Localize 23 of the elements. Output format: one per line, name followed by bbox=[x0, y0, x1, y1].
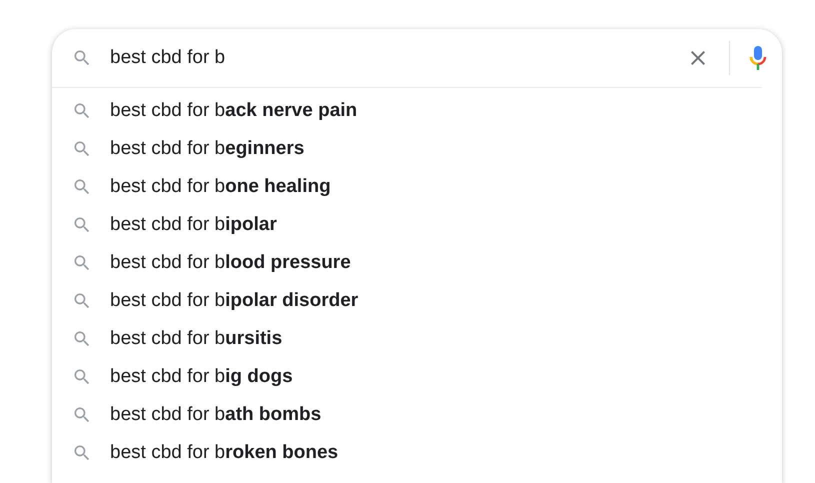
search-field[interactable]: best cbd for b bbox=[92, 44, 686, 72]
search-icon bbox=[72, 253, 92, 273]
suggestion-item[interactable]: best cbd for bipolar bbox=[92, 210, 277, 240]
search-icon bbox=[72, 443, 92, 463]
search-icon bbox=[72, 329, 92, 349]
suggestion-item[interactable]: best cbd for bath bombs bbox=[92, 400, 322, 430]
suggestion-item[interactable]: best cbd for broken bones bbox=[92, 438, 338, 468]
suggestion-item[interactable]: best cbd for big dogs bbox=[92, 362, 293, 392]
suggestion-item[interactable]: best cbd for bipolar disorder bbox=[92, 286, 358, 316]
search-icon bbox=[72, 405, 92, 425]
search-icon bbox=[72, 101, 92, 121]
search-icon bbox=[72, 215, 92, 235]
suggestion-item[interactable]: best cbd for blood pressure bbox=[92, 248, 351, 278]
search-icon bbox=[72, 291, 92, 311]
suggestion-item[interactable]: best cbd for bone healing bbox=[92, 172, 331, 202]
suggestion-item[interactable]: best cbd for back nerve pain bbox=[92, 96, 358, 126]
suggestion-item[interactable]: best cbd for bursitis bbox=[92, 324, 282, 354]
search-icon bbox=[72, 177, 92, 197]
suggestion-item[interactable]: best cbd for beginners bbox=[92, 134, 304, 164]
microphone-icon[interactable] bbox=[748, 45, 768, 71]
search-icon bbox=[72, 367, 92, 387]
search-icon bbox=[72, 48, 92, 68]
search-icon bbox=[72, 139, 92, 159]
